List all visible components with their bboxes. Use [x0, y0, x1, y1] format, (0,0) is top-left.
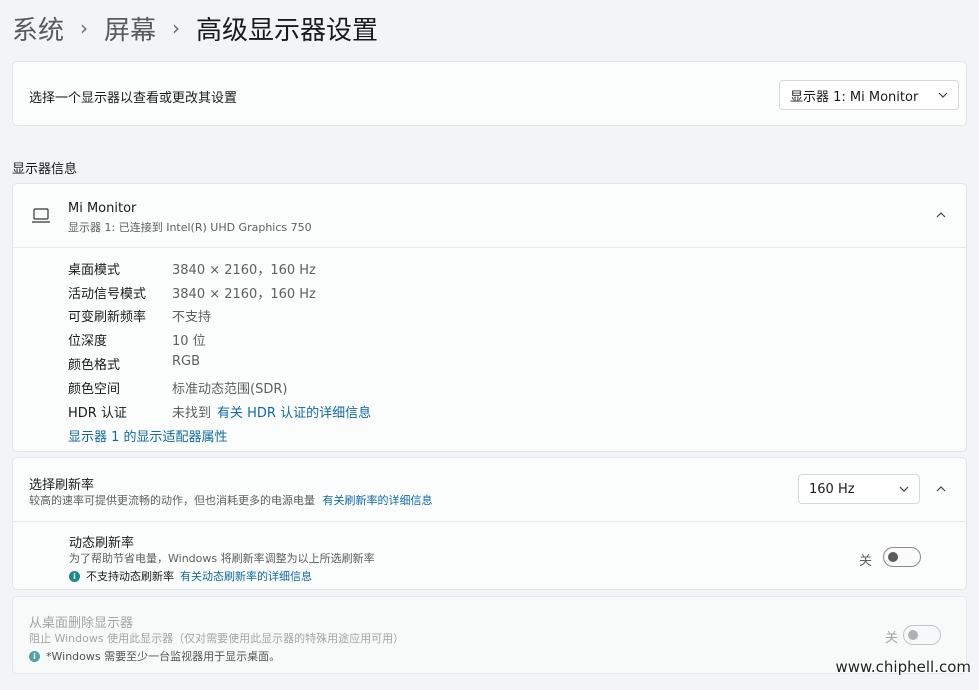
- refresh-rate-title: 选择刷新率: [29, 478, 95, 493]
- info-row-hdr: HDR 认证 未找到 有关 HDR 认证的详细信息: [68, 402, 371, 421]
- remove-display-note: i *Windows 需要至少一台监视器用于显示桌面。: [29, 648, 280, 664]
- display-info-section-title: 显示器信息: [12, 162, 78, 177]
- chevron-right-icon: ›: [172, 16, 181, 40]
- refresh-rate-dropdown[interactable]: 160 Hz: [798, 474, 920, 504]
- display-selector-value: 显示器 1: Mi Monitor: [790, 89, 919, 105]
- info-row: 活动信号模式 3840 × 2160，160 Hz: [68, 287, 316, 302]
- chevron-down-icon: [899, 486, 909, 492]
- breadcrumb: 系统 › 屏幕 › 高级显示器设置: [12, 8, 378, 48]
- dynamic-refresh-title: 动态刷新率: [69, 536, 135, 551]
- info-row: 可变刷新频率 不支持: [68, 310, 212, 325]
- info-icon: i: [29, 650, 40, 662]
- refresh-rate-description: 较高的速率可提供更流畅的动作，但也消耗更多的电源电量 有关刷新率的详细信息: [29, 494, 433, 507]
- monitor-connection: 显示器 1: 已连接到 Intel(R) UHD Graphics 750: [68, 221, 312, 234]
- toggle-knob: [908, 630, 918, 640]
- dynamic-refresh-state: 关: [859, 554, 873, 569]
- breadcrumb-display[interactable]: 屏幕: [104, 10, 156, 47]
- page-title: 高级显示器设置: [196, 15, 379, 46]
- dynamic-refresh-description: 为了帮助节省电量，Windows 将刷新率调整为以上所选刷新率: [69, 552, 375, 565]
- refresh-rate-value: 160 Hz: [809, 481, 855, 497]
- refresh-rate-card: 选择刷新率 较高的速率可提供更流畅的动作，但也消耗更多的电源电量 有关刷新率的详…: [12, 457, 967, 590]
- remove-display-description: 阻止 Windows 使用此显示器（仅对需要使用此显示器的特殊用途应用可用）: [29, 632, 405, 645]
- remove-display-title: 从桌面删除显示器: [29, 616, 134, 631]
- refresh-rate-info-link[interactable]: 有关刷新率的详细信息: [323, 494, 433, 507]
- info-icon: i: [69, 570, 80, 582]
- info-row: 颜色格式 RGB: [68, 354, 201, 373]
- dynamic-refresh-toggle[interactable]: [883, 547, 921, 567]
- chevron-right-icon: ›: [80, 16, 89, 40]
- adapter-properties-link[interactable]: 显示器 1 的显示适配器属性: [68, 426, 228, 445]
- laptop-icon: [32, 208, 50, 223]
- display-selector-label: 选择一个显示器以查看或更改其设置: [29, 91, 238, 106]
- hdr-info-link[interactable]: 有关 HDR 认证的详细信息: [217, 402, 371, 421]
- remove-display-card: 从桌面删除显示器 阻止 Windows 使用此显示器（仅对需要使用此显示器的特殊…: [12, 596, 967, 674]
- chevron-up-icon[interactable]: [936, 484, 946, 494]
- info-row: 颜色空间 标准动态范围(SDR): [68, 382, 288, 397]
- display-info-header[interactable]: Mi Monitor 显示器 1: 已连接到 Intel(R) UHD Grap…: [13, 184, 966, 248]
- display-selector-card: 选择一个显示器以查看或更改其设置 显示器 1: Mi Monitor: [12, 61, 967, 126]
- info-row: 桌面模式 3840 × 2160，160 Hz: [68, 263, 316, 278]
- toggle-knob: [888, 552, 898, 562]
- watermark: www.chiphell.com: [835, 658, 971, 676]
- chevron-down-icon: [938, 92, 948, 98]
- dynamic-refresh-note: i 不支持动态刷新率 有关动态刷新率的详细信息: [69, 568, 312, 584]
- chevron-up-icon[interactable]: [936, 210, 946, 220]
- dynamic-refresh-info-link[interactable]: 有关动态刷新率的详细信息: [180, 568, 312, 584]
- remove-display-state: 关: [885, 631, 899, 646]
- info-row: 位深度 10 位: [68, 334, 206, 349]
- breadcrumb-system[interactable]: 系统: [12, 10, 64, 47]
- display-selector-dropdown[interactable]: 显示器 1: Mi Monitor: [779, 80, 959, 110]
- remove-display-toggle[interactable]: [903, 625, 941, 645]
- monitor-name: Mi Monitor: [68, 201, 137, 216]
- refresh-rate-header: 选择刷新率 较高的速率可提供更流畅的动作，但也消耗更多的电源电量 有关刷新率的详…: [13, 458, 966, 522]
